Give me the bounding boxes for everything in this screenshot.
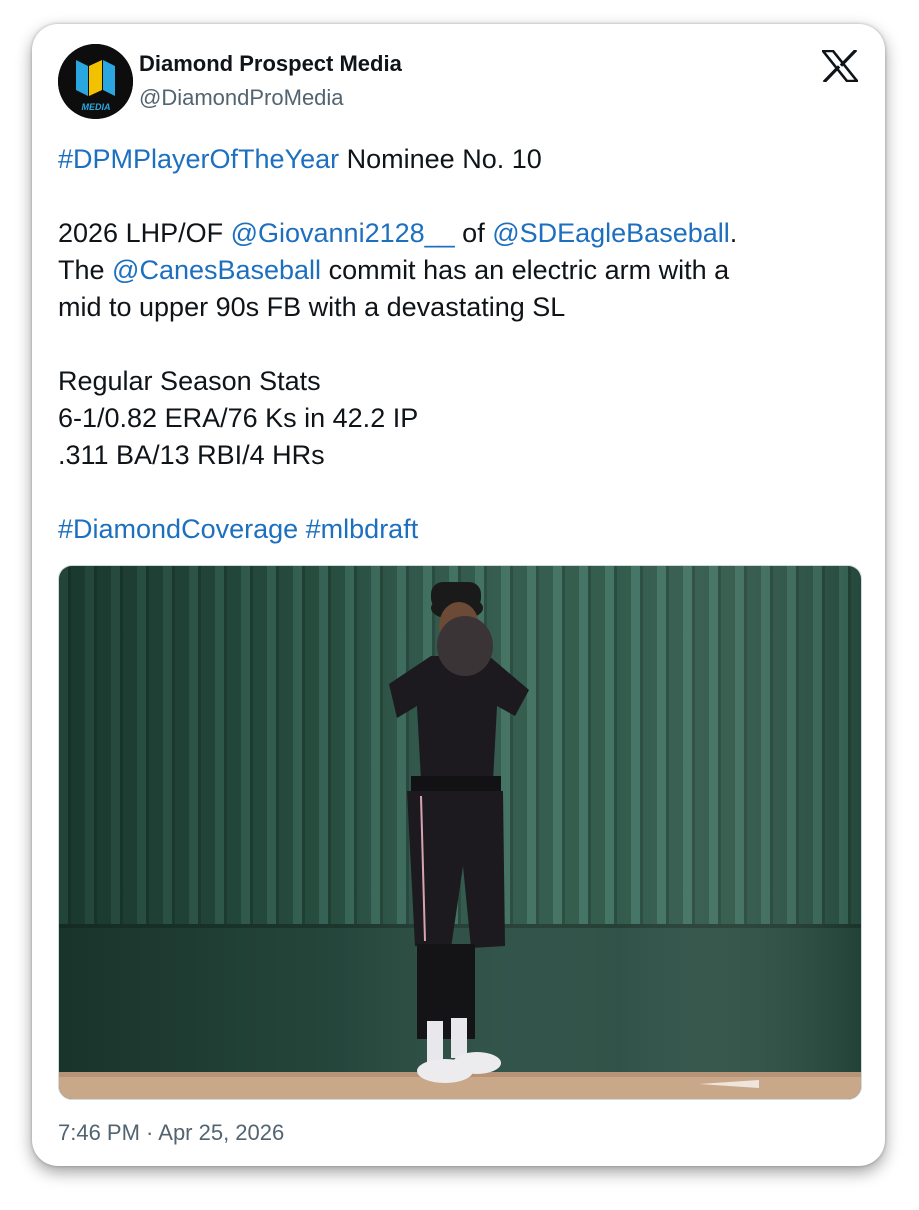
tweet-timestamp[interactable]: 7:46 PM · Apr 25, 2026 (58, 1120, 284, 1146)
hashtag-dpmplayeroftheyear[interactable]: #DPMPlayerOfTheYear (58, 144, 339, 174)
diamond-prospect-logo-icon: MEDIA (58, 44, 133, 119)
mention-canesbaseball[interactable]: @CanesBaseball (112, 255, 321, 285)
tweet-line-2-prefix: 2026 LHP/OF (58, 218, 231, 248)
author-handle[interactable]: @DiamondProMedia (139, 85, 344, 111)
pitcher-photo (59, 566, 861, 1099)
tweet-line-2-suffix: . (729, 218, 738, 248)
tweet-line-3-prefix: The (58, 255, 113, 285)
author-avatar[interactable]: MEDIA (58, 44, 133, 119)
mention-sdeaglebaseball[interactable]: @SDEagleBaseball (492, 218, 730, 248)
tweet-line-1: #DPMPlayerOfTheYear Nominee No. 10 (58, 141, 858, 178)
tweet-media-photo[interactable] (58, 565, 862, 1100)
stats-pitching: 6-1/0.82 ERA/76 Ks in 42.2 IP (58, 403, 419, 433)
avatar-logo-text: MEDIA (82, 102, 111, 112)
x-logo-icon[interactable] (822, 50, 858, 82)
stats-header: Regular Season Stats (58, 366, 321, 396)
tweet-body: #DPMPlayerOfTheYear Nominee No. 10 2026 … (58, 141, 858, 548)
tweet-line-3-suffix: commit has an electric arm with a (321, 255, 730, 285)
hashtag-mlbdraft[interactable]: #mlbdraft (306, 514, 419, 544)
tweet-line-1-text: Nominee No. 10 (339, 144, 542, 174)
tweet-line-3: The @CanesBaseball commit has an electri… (58, 252, 858, 289)
author-name[interactable]: Diamond Prospect Media (139, 51, 402, 77)
tweet-line-2: 2026 LHP/OF @Giovanni2128__ of @SDEagleB… (58, 215, 858, 252)
tweet-card: MEDIA Diamond Prospect Media @DiamondPro… (32, 24, 885, 1166)
hashtag-line: #DiamondCoverage #mlbdraft (58, 511, 858, 548)
mention-giovanni[interactable]: @Giovanni2128__ (231, 218, 455, 248)
tweet-line-4: mid to upper 90s FB with a devastating S… (58, 292, 566, 322)
stats-hitting: .311 BA/13 RBI/4 HRs (58, 440, 325, 470)
tweet-line-2-mid: of (454, 218, 493, 248)
hashtag-diamondcoverage[interactable]: #DiamondCoverage (58, 514, 298, 544)
